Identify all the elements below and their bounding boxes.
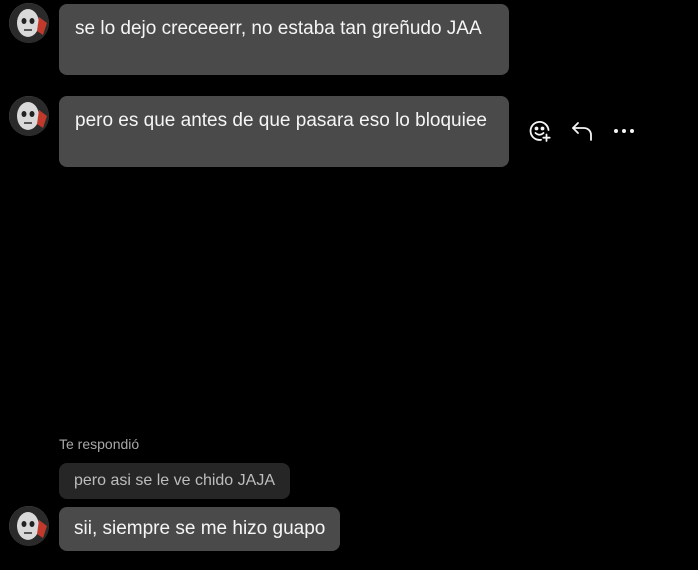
quoted-message[interactable]: pero asi se le ve chido JAJA	[59, 463, 290, 499]
message-bubble[interactable]: pero es que antes de que pasara eso lo b…	[59, 96, 509, 167]
message-bubble[interactable]: sii, siempre se me hizo guapo	[59, 507, 341, 551]
reply-icon[interactable]	[568, 117, 596, 145]
emoji-add-icon[interactable]	[526, 117, 554, 145]
message-text: pero es que antes de que pasara eso lo b…	[75, 110, 487, 131]
reply-label: Te respondió	[59, 436, 140, 452]
message-bubble[interactable]: se lo dejo creceeerr, no estaba tan greñ…	[59, 4, 509, 75]
avatar[interactable]	[9, 96, 49, 136]
avatar[interactable]	[9, 3, 49, 43]
message-text: sii, siempre se me hizo guapo	[74, 518, 326, 539]
more-icon[interactable]	[610, 117, 638, 145]
avatar[interactable]	[9, 506, 49, 546]
message-actions	[526, 117, 638, 145]
message-text: se lo dejo creceeerr, no estaba tan greñ…	[75, 18, 482, 39]
quoted-text: pero asi se le ve chido JAJA	[74, 472, 275, 489]
